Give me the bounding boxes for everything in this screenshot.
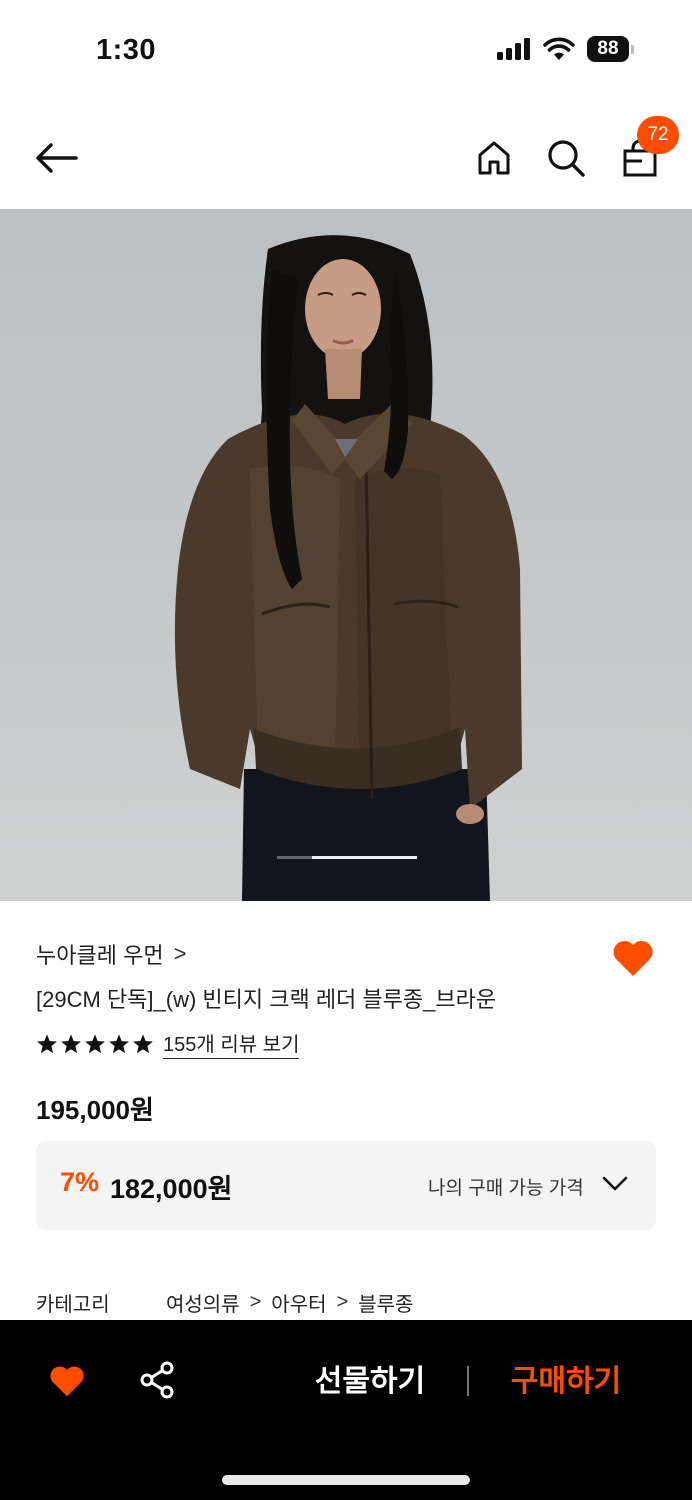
heart-icon	[613, 940, 653, 976]
my-price-label: 나의 구매 가능 가격	[428, 1178, 584, 1199]
status-icons: 88	[497, 36, 634, 62]
review-link[interactable]: 155개 리뷰 보기	[163, 1028, 300, 1059]
star-icon	[133, 1033, 153, 1053]
cart-count-badge: 72	[637, 116, 679, 154]
category-row: 카테고리 여성의류 > 아우터 > 블루종	[36, 1288, 413, 1317]
top-nav	[0, 110, 692, 206]
bottom-wishlist-button[interactable]	[48, 1364, 86, 1398]
category-breadcrumb: 여성의류 > 아우터 > 블루종	[166, 1288, 413, 1317]
product-photo	[174, 235, 522, 901]
category-label: 카테고리	[36, 1294, 110, 1316]
wishlist-button[interactable]	[611, 938, 655, 978]
status-time: 1:30	[96, 34, 157, 66]
carousel-progress-fill	[312, 856, 417, 859]
bottom-action-bar: 선물하기 구매하기	[0, 1320, 692, 1500]
original-price: 195,000원	[36, 1095, 154, 1125]
home-button[interactable]	[468, 132, 520, 184]
category-crumb-1[interactable]: 여성의류	[166, 1288, 240, 1317]
search-icon	[548, 140, 585, 177]
back-button[interactable]	[30, 132, 82, 184]
star-icon	[37, 1033, 57, 1053]
product-image-carousel[interactable]	[0, 209, 692, 901]
signal-icon	[497, 38, 530, 60]
gift-button[interactable]: 선물하기	[300, 1360, 440, 1404]
home-icon	[478, 141, 510, 175]
product-title: [29CM 단독]_(w) 빈티지 크랙 레더 블루종_브라운	[36, 987, 497, 1012]
battery-level: 88	[587, 36, 629, 62]
rating-row: 155개 리뷰 보기	[36, 1028, 300, 1059]
carousel-progress	[277, 856, 417, 859]
category-crumb-2[interactable]: 아우터	[271, 1288, 326, 1317]
brand-chevron: >	[173, 941, 187, 966]
home-indicator	[222, 1475, 470, 1485]
discount-price: 182,000원	[110, 1174, 233, 1204]
brand-name: 누아클레 우먼	[36, 943, 164, 968]
share-icon	[140, 1361, 174, 1399]
rating-stars	[36, 1033, 154, 1055]
category-crumb-3[interactable]: 블루종	[358, 1288, 413, 1317]
brand-link[interactable]: 누아클레 우먼 >	[36, 938, 186, 970]
buy-button[interactable]: 구매하기	[496, 1360, 636, 1404]
star-icon	[109, 1033, 129, 1053]
breadcrumb-separator: >	[249, 1291, 262, 1313]
wifi-icon	[543, 37, 575, 60]
discount-rate: 7%	[60, 1167, 100, 1197]
back-arrow-icon	[36, 143, 78, 173]
search-button[interactable]	[540, 132, 592, 184]
breadcrumb-separator: >	[336, 1291, 349, 1313]
star-icon	[61, 1033, 81, 1053]
discount-price-box[interactable]: 7% 182,000원 나의 구매 가능 가격	[36, 1141, 656, 1230]
battery-icon: 88	[587, 36, 634, 62]
chevron-down-icon	[602, 1176, 628, 1191]
divider	[467, 1366, 469, 1396]
star-icon	[85, 1033, 105, 1053]
share-button[interactable]	[138, 1360, 178, 1400]
status-bar: 1:30 88	[0, 0, 692, 100]
heart-icon	[50, 1366, 84, 1397]
